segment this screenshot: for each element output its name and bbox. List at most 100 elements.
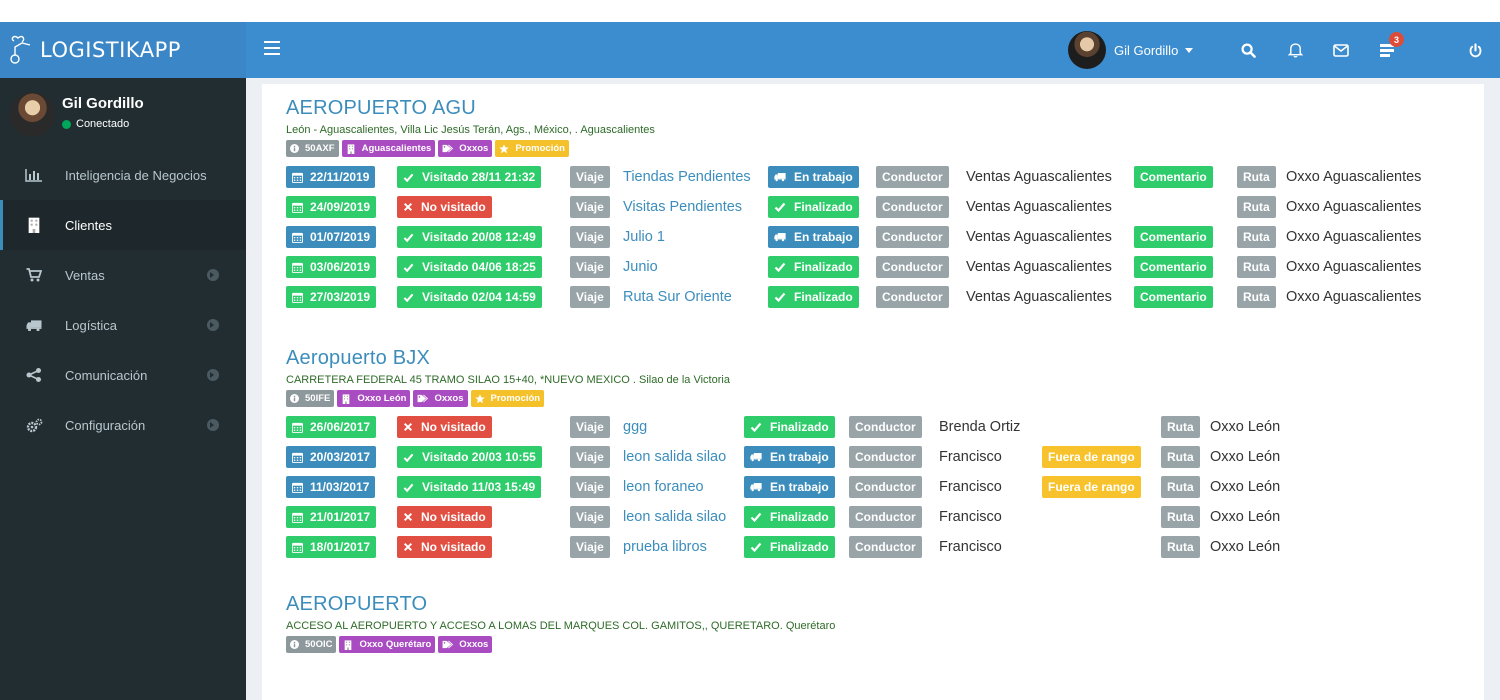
sidebar-item-label: Comunicación — [65, 367, 148, 383]
visit-cell: Ruta Sur Oriente — [623, 286, 732, 308]
sidebar-item-logistica[interactable]: Logística — [0, 300, 246, 350]
visit-cell: Conductor — [876, 286, 949, 308]
visit-cell: No visitado — [397, 416, 492, 438]
route-label: Ruta — [1161, 416, 1200, 438]
comment-button[interactable]: Comentario — [1134, 256, 1213, 278]
messages-button[interactable] — [1329, 38, 1353, 62]
route-name: Oxxo León — [1210, 449, 1281, 465]
visit-row: 01/07/2019 Visitado 20/08 12:49 Viaje Julio… — [286, 222, 1421, 252]
visit-status-text: Visitado 11/03 15:49 — [422, 480, 536, 494]
power-button[interactable] — [1463, 38, 1487, 62]
visit-cell: Conductor — [876, 256, 949, 278]
trip-link[interactable]: leon salida silao — [623, 506, 726, 528]
top-navbar: LOGISTIKAPP Gil Gordillo 3 — [0, 22, 1500, 78]
client-name-link[interactable]: AEROPUERTO AGU — [286, 96, 655, 120]
comment-button[interactable]: Comentario — [1134, 286, 1213, 308]
visit-cell: No visitado — [397, 536, 492, 558]
sidebar-item-clientes[interactable]: Clientes — [0, 200, 246, 250]
menu-toggle-button[interactable] — [264, 41, 280, 55]
client-tag-text: Oxxos — [434, 393, 464, 404]
trip-link[interactable]: leon salida silao — [623, 446, 726, 468]
visit-status-label: No visitado — [397, 196, 492, 218]
sidebar-item-configuracion[interactable]: Configuración — [0, 400, 246, 450]
visit-cell: 27/03/2019 — [286, 286, 377, 308]
search-button[interactable] — [1236, 38, 1260, 62]
route-name: Oxxo Aguascalientes — [1286, 259, 1422, 275]
visit-cell: Ventas Aguascalientes — [966, 286, 1112, 308]
avatar — [1068, 31, 1106, 69]
visit-cell: Ruta — [1161, 446, 1200, 468]
visit-cell: 20/03/2017 — [286, 446, 377, 468]
sidebar-item-ventas[interactable]: Ventas — [0, 250, 246, 300]
client-tags: 50AXF Aguascalientes Oxxos Promoción — [286, 140, 655, 157]
visit-cell: Oxxo Aguascalientes — [1286, 256, 1421, 278]
visit-cell: Comentario — [1134, 166, 1213, 188]
check-icon — [403, 292, 418, 303]
sidebar-item-label: Inteligencia de Negocios — [65, 167, 207, 183]
check-icon — [403, 262, 418, 273]
trip-link[interactable]: Julio 1 — [623, 226, 665, 248]
visit-status-text: No visitado — [421, 540, 486, 554]
driver-label: Conductor — [876, 286, 949, 308]
trip-link[interactable]: leon foraneo — [623, 476, 704, 498]
trip-link[interactable]: Ruta Sur Oriente — [623, 286, 732, 308]
tag-icon — [417, 394, 431, 403]
client-name-link[interactable]: AEROPUERTO — [286, 592, 835, 616]
visit-status-label: Visitado 28/11 21:32 — [397, 166, 542, 188]
trip-state-text: Finalizado — [770, 420, 829, 434]
visit-row: 22/11/2019 Visitado 28/11 21:32 Viaje Tiend… — [286, 162, 1421, 192]
visit-cell: Ruta — [1237, 166, 1276, 188]
visit-status-text: Visitado 28/11 21:32 — [422, 170, 536, 184]
driver-label: Conductor — [876, 226, 949, 248]
driver-name: Francisco — [939, 509, 1002, 525]
visit-status-text: No visitado — [421, 510, 486, 524]
driver-name: Ventas Aguascalientes — [966, 229, 1112, 245]
sidebar-item-comunicacion[interactable]: Comunicación — [0, 350, 246, 400]
share-icon — [23, 366, 45, 384]
visit-cell: Viaje — [570, 166, 610, 188]
visit-date-label: 20/03/2017 — [286, 446, 377, 468]
tasks-button[interactable]: 3 — [1375, 32, 1404, 62]
visit-cell: Julio 1 — [623, 226, 665, 248]
sidebar-item-inteligencia-de-negocios[interactable]: Inteligencia de Negocios — [0, 150, 246, 200]
user-menu-button[interactable]: Gil Gordillo — [1068, 30, 1194, 70]
trip-link[interactable]: prueba libros — [623, 536, 707, 558]
info-icon — [290, 144, 302, 153]
calendar-icon — [292, 292, 307, 303]
route-label: Ruta — [1161, 536, 1200, 558]
visit-cell: prueba libros — [623, 536, 707, 558]
visit-date-label: 11/03/2017 — [286, 476, 376, 498]
visit-cell: Oxxo León — [1210, 416, 1280, 438]
visit-cell: Oxxo Aguascalientes — [1286, 226, 1421, 248]
client-tag: 50OIC — [286, 636, 337, 653]
check-icon — [750, 541, 766, 553]
visit-cell: Comentario — [1134, 286, 1213, 308]
trip-link[interactable]: Junio — [623, 256, 658, 278]
client-tag-text: 50OIC — [305, 639, 333, 650]
truck-icon — [23, 316, 45, 334]
visit-date-text: 26/06/2017 — [310, 420, 371, 434]
brand[interactable]: LOGISTIKAPP — [0, 22, 246, 78]
sidebar: Gil Gordillo Conectado Inteligencia de N… — [0, 78, 246, 700]
trip-link[interactable]: ggg — [623, 416, 647, 438]
route-name: Oxxo León — [1210, 539, 1281, 555]
bell-icon — [1287, 43, 1303, 58]
notifications-button[interactable] — [1283, 38, 1307, 62]
trip-state-label: En trabajo — [744, 446, 835, 468]
comment-button[interactable]: Comentario — [1134, 166, 1213, 188]
chevron-right-icon — [207, 319, 219, 331]
visit-cell: 22/11/2019 — [286, 166, 376, 188]
trip-state-label: Finalizado — [744, 536, 835, 558]
client-tag: Promoción — [495, 140, 569, 157]
trip-link[interactable]: Visitas Pendientes — [623, 196, 742, 218]
trip-label: Viaje — [570, 196, 610, 218]
driver-label: Conductor — [849, 446, 922, 468]
trip-state-label: En trabajo — [768, 226, 859, 248]
visit-cell: Viaje — [570, 506, 610, 528]
trip-link[interactable]: Tiendas Pendientes — [623, 166, 751, 188]
comment-button[interactable]: Comentario — [1134, 226, 1213, 248]
logo-icon — [10, 35, 31, 64]
visit-date-label: 03/06/2019 — [286, 256, 377, 278]
driver-name: Francisco — [939, 449, 1002, 465]
client-name-link[interactable]: Aeropuerto BJX — [286, 346, 730, 370]
